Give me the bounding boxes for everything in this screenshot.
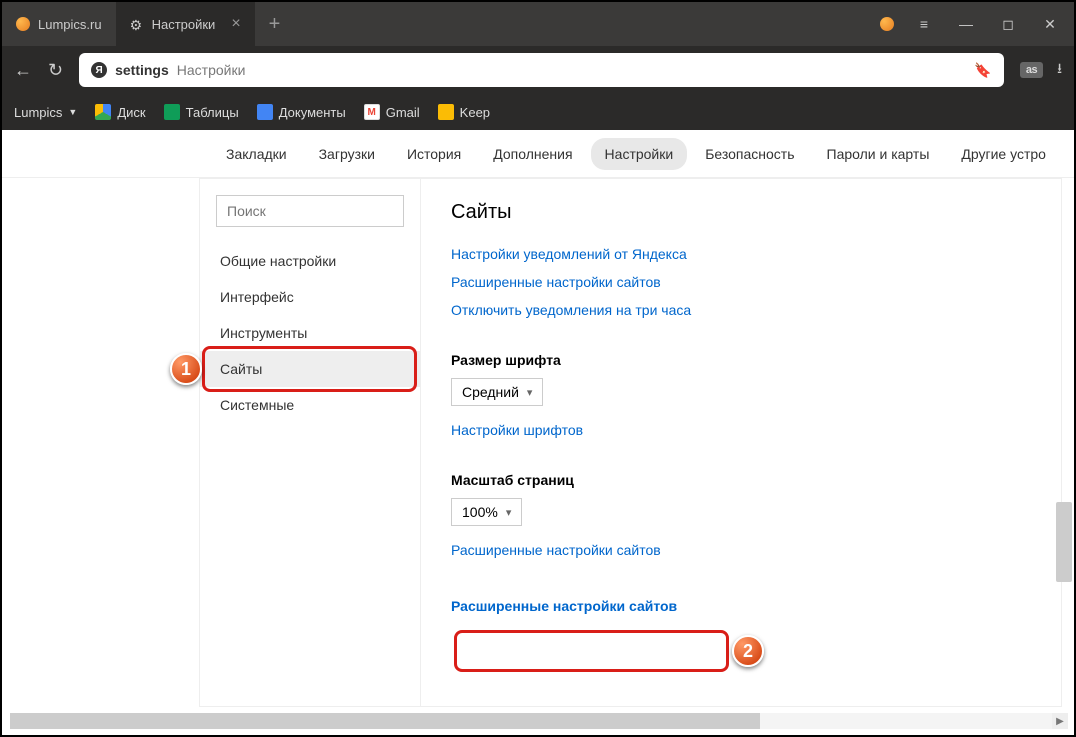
- section-heading: Сайты: [451, 201, 1031, 224]
- sheets-icon: [164, 104, 180, 120]
- profile-avatar-icon[interactable]: [880, 17, 894, 31]
- address-prefix: settings: [115, 62, 169, 78]
- nav-addons[interactable]: Дополнения: [479, 138, 586, 170]
- window-minimize-icon[interactable]: —: [954, 16, 978, 32]
- back-button-icon[interactable]: ←: [14, 60, 32, 81]
- address-text: Настройки: [177, 62, 246, 78]
- window-close-icon[interactable]: ✕: [1038, 16, 1062, 33]
- chevron-down-icon: ▼: [68, 107, 77, 117]
- nav-passwords[interactable]: Пароли и карты: [813, 138, 944, 170]
- bookmark-label: Gmail: [386, 105, 420, 120]
- content-area: Общие настройки Интерфейс Инструменты Са…: [14, 178, 1062, 707]
- nav-security[interactable]: Безопасность: [691, 138, 808, 170]
- horizontal-scrollbar[interactable]: [10, 713, 760, 729]
- menu-icon[interactable]: ≡: [912, 16, 936, 32]
- link-advanced-site-settings-bold[interactable]: Расширенные настройки сайтов: [451, 592, 677, 620]
- new-tab-button[interactable]: +: [255, 13, 295, 36]
- downloads-icon[interactable]: ⭳: [1057, 58, 1062, 82]
- vertical-scrollbar[interactable]: [1056, 502, 1072, 582]
- sidebar-item-interface[interactable]: Интерфейс: [200, 279, 420, 315]
- bookmark-label: Таблицы: [186, 105, 239, 120]
- tab-label: Настройки: [152, 17, 216, 32]
- sidebar-search[interactable]: [216, 195, 404, 227]
- bookmark-icon[interactable]: 🔖: [974, 62, 991, 79]
- nav-bookmarks[interactable]: Закладки: [212, 138, 301, 170]
- address-input[interactable]: Я settings Настройки 🔖: [79, 53, 1004, 87]
- tab-close-icon[interactable]: ×: [231, 15, 240, 33]
- link-font-settings[interactable]: Настройки шрифтов: [451, 416, 1031, 444]
- address-toolbar: ← ↻ Я settings Настройки 🔖 as ⭳: [2, 46, 1074, 94]
- sidebar-item-general[interactable]: Общие настройки: [200, 243, 420, 279]
- font-size-label: Размер шрифта: [451, 352, 1031, 368]
- nav-other[interactable]: Другие устро: [947, 138, 1060, 170]
- zoom-value: 100%: [462, 504, 498, 520]
- tab-settings[interactable]: Настройки ×: [116, 2, 255, 46]
- bookmark-keep[interactable]: Keep: [438, 104, 490, 120]
- bookmark-lumpics[interactable]: Lumpics ▼: [14, 105, 77, 120]
- reload-button-icon[interactable]: ↻: [48, 60, 63, 81]
- tab-label: Lumpics.ru: [38, 17, 102, 32]
- bookmark-label: Документы: [279, 105, 346, 120]
- bookmarks-bar: Lumpics ▼ Диск Таблицы Документы M Gmail…: [2, 94, 1074, 130]
- bookmark-gmail[interactable]: M Gmail: [364, 104, 420, 120]
- annotation-marker-2: 2: [732, 635, 764, 667]
- bookmark-label: Lumpics: [14, 105, 62, 120]
- bookmark-label: Keep: [460, 105, 490, 120]
- link-advanced-site-settings-top[interactable]: Расширенные настройки сайтов: [451, 268, 1031, 296]
- settings-nav-tabs: Закладки Загрузки История Дополнения Нас…: [2, 130, 1074, 178]
- zoom-label: Масштаб страниц: [451, 472, 1031, 488]
- keep-icon: [438, 104, 454, 120]
- link-advanced-site-settings-mid[interactable]: Расширенные настройки сайтов: [451, 536, 1031, 564]
- annotation-marker-1: 1: [170, 353, 202, 385]
- bookmark-disk[interactable]: Диск: [95, 104, 145, 120]
- bookmark-docs[interactable]: Документы: [257, 104, 346, 120]
- nav-history[interactable]: История: [393, 138, 475, 170]
- gear-icon: [130, 17, 144, 31]
- scroll-right-arrow-icon[interactable]: ▶: [1052, 713, 1068, 729]
- window-titlebar: Lumpics.ru Настройки × + ≡ — ◻ ✕: [2, 2, 1074, 46]
- font-size-value: Средний: [462, 384, 519, 400]
- zoom-select[interactable]: 100%: [451, 498, 522, 526]
- gmail-icon: M: [364, 104, 380, 120]
- link-yandex-notifications[interactable]: Настройки уведомлений от Яндекса: [451, 240, 1031, 268]
- docs-icon: [257, 104, 273, 120]
- window-maximize-icon[interactable]: ◻: [996, 16, 1020, 33]
- tab-lumpics[interactable]: Lumpics.ru: [2, 2, 116, 46]
- sidebar-item-system[interactable]: Системные: [200, 387, 420, 423]
- link-disable-notifications[interactable]: Отключить уведомления на три часа: [451, 296, 1031, 324]
- settings-sidebar: Общие настройки Интерфейс Инструменты Са…: [199, 178, 421, 707]
- sidebar-item-tools[interactable]: Инструменты: [200, 315, 420, 351]
- drive-icon: [95, 104, 111, 120]
- yandex-icon: Я: [91, 62, 107, 78]
- search-input[interactable]: [227, 203, 393, 219]
- settings-main-panel: Сайты Настройки уведомлений от Яндекса Р…: [421, 178, 1062, 707]
- bookmark-sheets[interactable]: Таблицы: [164, 104, 239, 120]
- nav-downloads[interactable]: Загрузки: [305, 138, 389, 170]
- nav-settings[interactable]: Настройки: [591, 138, 688, 170]
- sidebar-item-sites[interactable]: Сайты: [200, 351, 420, 387]
- bookmark-label: Диск: [117, 105, 145, 120]
- lastfm-extension-icon[interactable]: as: [1020, 62, 1043, 78]
- font-size-select[interactable]: Средний: [451, 378, 543, 406]
- site-favicon-icon: [16, 17, 30, 31]
